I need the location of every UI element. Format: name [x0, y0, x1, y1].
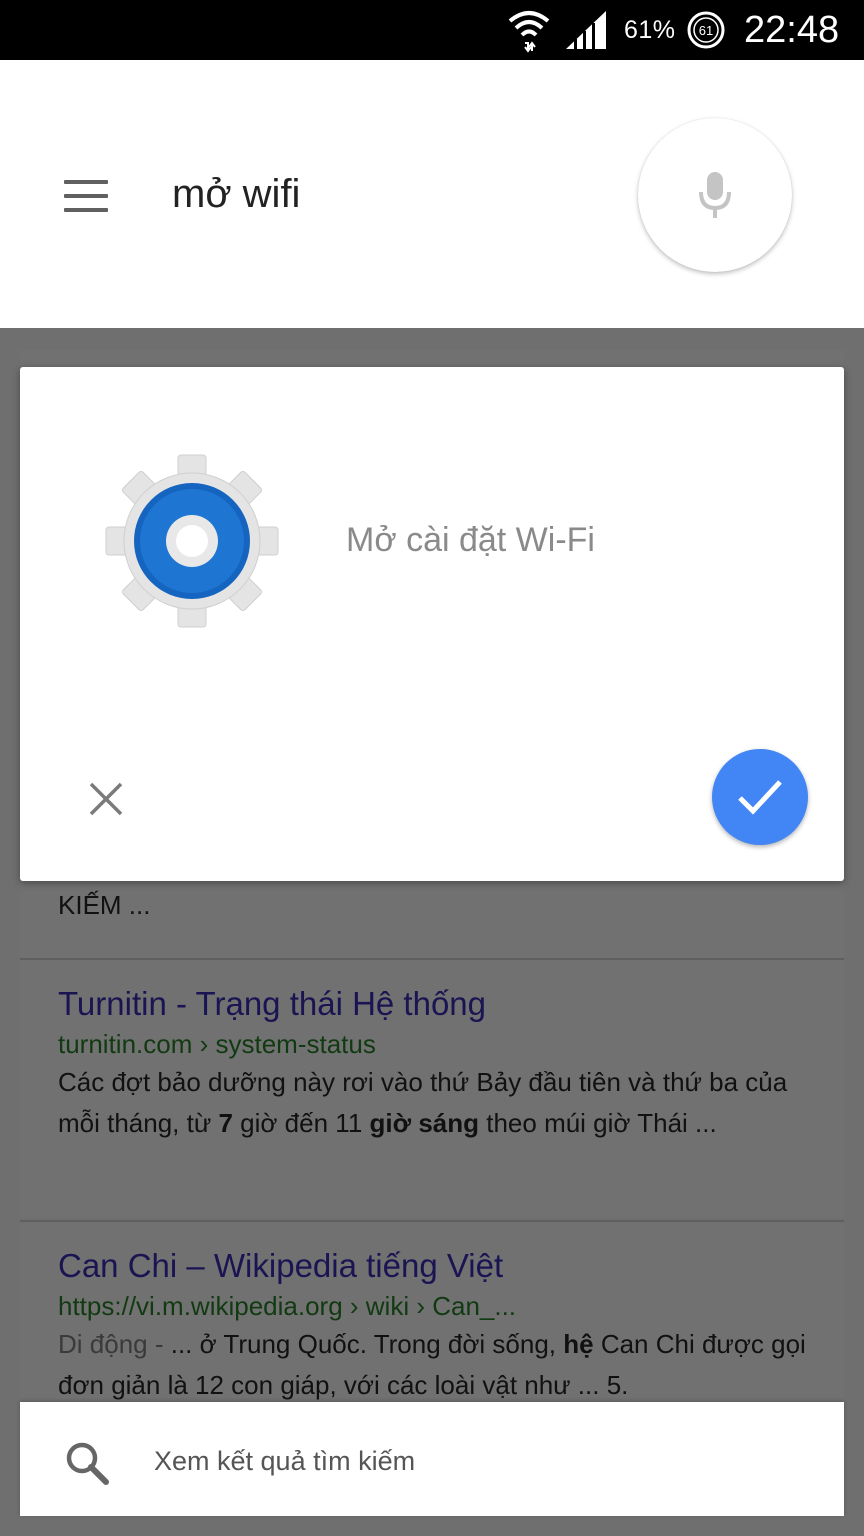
voice-search-button[interactable] [638, 118, 792, 272]
view-search-results-label[interactable]: Xem kết quả tìm kiếm [154, 1446, 415, 1477]
result-snippet: Di động - ... ở Trung Quốc. Trong đời số… [58, 1329, 806, 1400]
open-wifi-settings-dialog: Mở cài đặt Wi-Fi [20, 367, 844, 881]
result-title[interactable]: Turnitin - Trạng thái Hệ thống [58, 982, 844, 1026]
hamburger-menu-icon[interactable] [64, 180, 108, 212]
dialog-action-label: Mở cài đặt Wi-Fi [346, 521, 595, 559]
settings-gear-icon [105, 454, 279, 628]
battery-percent: 61% [624, 15, 676, 44]
checkmark-icon [738, 780, 782, 815]
search-result[interactable]: Turnitin - Trạng thái Hệ thống turnitin.… [20, 960, 844, 1218]
partial-snippet: KIẾM ... [58, 890, 151, 920]
view-search-results-bar[interactable]: Xem kết quả tìm kiếm [20, 1402, 844, 1516]
result-url: https://vi.m.wikipedia.org › wiki › Can_… [58, 1291, 517, 1321]
microphone-icon [699, 172, 731, 218]
battery-ring-icon: 61 [686, 0, 726, 60]
battery-ring-text: 61 [699, 23, 713, 38]
confirm-button[interactable] [712, 749, 808, 845]
wifi-icon [506, 0, 552, 60]
search-icon [66, 1442, 109, 1485]
search-header: mở wifi [0, 60, 864, 328]
clock: 22:48 [744, 8, 840, 51]
result-snippet: Các đợt bảo dưỡng này rơi vào thứ Bảy đầ… [58, 1067, 788, 1138]
search-query[interactable]: mở wifi [172, 172, 300, 217]
status-bar: 61% 61 22:48 [0, 0, 864, 60]
signal-icon [566, 0, 608, 60]
result-url: turnitin.com › system-status [58, 1029, 376, 1059]
search-result[interactable]: Can Chi – Wikipedia tiếng Việt https://v… [20, 1222, 844, 1422]
close-icon [89, 782, 123, 816]
dismiss-button[interactable] [78, 771, 134, 827]
result-title[interactable]: Can Chi – Wikipedia tiếng Việt [58, 1244, 844, 1288]
